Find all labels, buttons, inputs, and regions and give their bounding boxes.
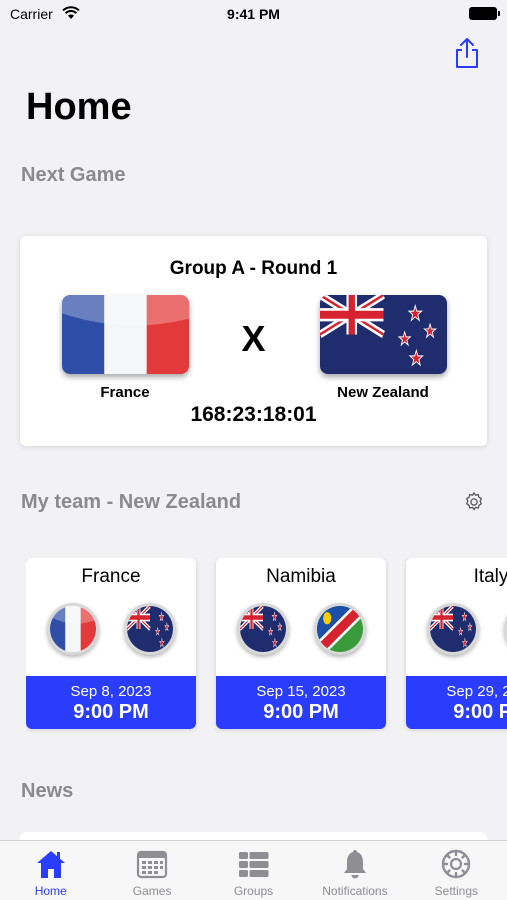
my-team-title: My team - New Zealand — [21, 491, 242, 513]
namibia-flag-icon — [314, 603, 366, 655]
france-flag-icon — [47, 603, 99, 655]
next-game-title: Next Game — [21, 164, 126, 186]
match-card[interactable]: France Sep 8, 2023 9:00 PM — [26, 558, 196, 729]
next-game-card[interactable]: Group A - Round 1 X France New Zealand 1… — [20, 236, 487, 446]
tab-home[interactable]: Home — [0, 841, 101, 900]
grid-icon — [238, 852, 269, 877]
page-title: Home — [26, 86, 132, 128]
tab-settings[interactable]: Settings — [406, 841, 507, 900]
new-zealand-flag-icon — [320, 295, 447, 374]
opponent-name: France — [81, 566, 141, 587]
tab-label: Games — [132, 884, 172, 898]
match-card[interactable]: Namibia Sep 15, 2023 9:00 PM — [216, 558, 386, 729]
match-time: 9:00 PM — [73, 701, 149, 723]
tab-games[interactable]: Games — [101, 841, 202, 900]
calendar-icon — [137, 850, 168, 879]
match-card[interactable]: Italy Sep 29, 2023 9:00 PM — [406, 558, 507, 729]
match-date: Sep 8, 2023 — [70, 683, 152, 700]
tab-bar: Home Games Groups Notifications Settings — [0, 840, 507, 900]
round-label: Group A - Round 1 — [169, 258, 338, 279]
tab-notifications[interactable]: Notifications — [304, 841, 405, 900]
tab-groups[interactable]: Groups — [203, 841, 304, 900]
new-zealand-flag-icon — [427, 603, 479, 655]
status-bar: Carrier 9:41 PM — [0, 0, 507, 30]
status-time: 9:41 PM — [227, 6, 280, 22]
match-time: 9:00 PM — [263, 701, 339, 723]
opponent-name: Italy — [473, 566, 507, 587]
share-icon[interactable] — [454, 37, 480, 69]
match-date: Sep 29, 2023 — [446, 683, 507, 700]
tab-label: Groups — [233, 884, 274, 898]
countdown-timer: 168:23:18:01 — [190, 403, 317, 426]
battery-icon — [469, 7, 500, 20]
bell-icon — [343, 850, 366, 879]
tab-label: Notifications — [322, 884, 388, 898]
news-title: News — [21, 780, 74, 802]
match-cards-row[interactable]: France Sep 8, 2023 9:00 PM Namibia Sep 1… — [26, 558, 507, 733]
house-icon — [36, 851, 65, 878]
away-team-name: New Zealand — [337, 384, 429, 401]
match-datetime: Sep 29, 2023 9:00 PM — [406, 676, 507, 729]
home-team-name: France — [100, 384, 150, 401]
opponent-name: Namibia — [266, 566, 336, 587]
match-datetime: Sep 15, 2023 9:00 PM — [216, 676, 386, 729]
tab-label: Settings — [434, 884, 478, 898]
tab-label: Home — [34, 884, 67, 898]
match-datetime: Sep 8, 2023 9:00 PM — [26, 676, 196, 729]
gear-icon[interactable] — [463, 491, 485, 513]
new-zealand-flag-icon — [237, 603, 289, 655]
new-zealand-flag-icon — [124, 603, 176, 655]
home-screen: Carrier 9:41 PM Home Next Game Group A -… — [0, 0, 507, 900]
match-time: 9:00 PM — [453, 701, 507, 723]
match-date: Sep 15, 2023 — [256, 683, 346, 700]
gear-icon — [442, 849, 471, 879]
